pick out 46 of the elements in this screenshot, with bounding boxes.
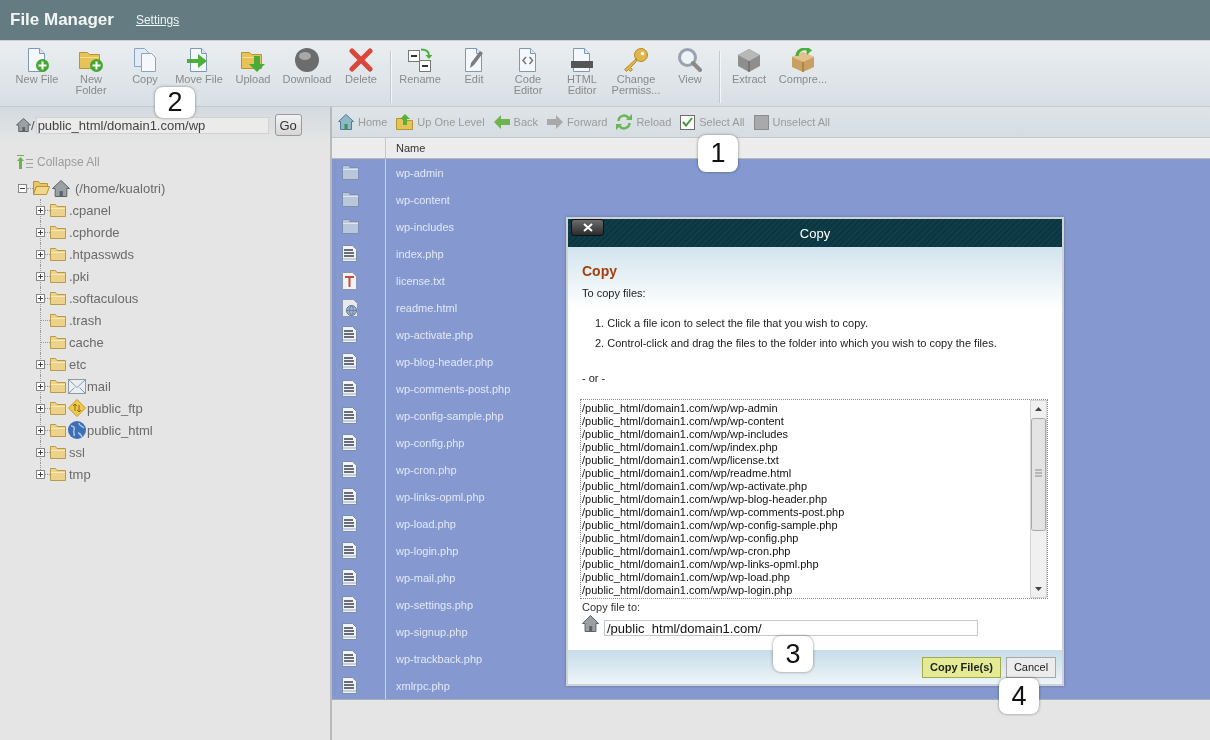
file-path: /public_html/domain1.com/wp/wp-content bbox=[582, 415, 785, 428]
step-callout: 3 bbox=[773, 636, 813, 672]
file-name: readme.html bbox=[395, 301, 458, 314]
file-name: wp-load.php bbox=[395, 517, 456, 530]
file-path: /public_html/domain1.com/wp/wp-load.php bbox=[582, 571, 791, 584]
file-name: wp-admin bbox=[395, 166, 444, 179]
file-path: /public_html/domain1.com/wp/wp-activate.php bbox=[582, 480, 808, 493]
file-path: /public_html/domain1.com/wp/license.txt bbox=[582, 454, 780, 467]
file-name: wp-comments-post.php bbox=[395, 382, 511, 395]
file-name: wp-blog-header.php bbox=[395, 355, 494, 368]
file-name: wp-includes bbox=[395, 220, 455, 233]
step-callout: 4 bbox=[999, 678, 1039, 714]
file-name: wp-settings.php bbox=[395, 598, 474, 611]
file-name: index.php bbox=[395, 247, 444, 260]
app-title: File Manager bbox=[10, 10, 114, 30]
file-name: wp-activate.php bbox=[395, 328, 474, 341]
dialog-title: Copy bbox=[798, 225, 832, 241]
file-path: /public_html/domain1.com/wp/wp-cron.php bbox=[582, 545, 792, 558]
file-path: /public_html/domain1.com/wp/wp-links-opml.php bbox=[582, 558, 820, 571]
file-name: wp-login.php bbox=[395, 544, 459, 557]
dialog-heading: Copy bbox=[582, 262, 618, 280]
file-name: wp-content bbox=[395, 193, 450, 206]
file-name: wp-config-sample.php bbox=[395, 409, 504, 422]
file-path: /public_html/domain1.com/wp/index.php bbox=[582, 441, 779, 454]
destination-label: Copy file to: bbox=[582, 600, 642, 614]
step-callout: 2 bbox=[155, 87, 195, 118]
file-path: /public_html/domain1.com/wp/wp-login.php bbox=[582, 584, 794, 597]
step-callout: 1 bbox=[698, 135, 738, 172]
file-path: /public_html/domain1.com/wp/wp-config-sample.php bbox=[582, 519, 839, 532]
file-name: wp-cron.php bbox=[395, 463, 457, 476]
file-path: /public_html/domain1.com/wp/wp-blog-header.php bbox=[582, 493, 829, 506]
file-name: wp-mail.php bbox=[395, 571, 456, 584]
path-prefix: / bbox=[31, 117, 35, 133]
file-path: /public_html/domain1.com/wp/wp-includes bbox=[582, 428, 790, 441]
file-name: wp-signup.php bbox=[395, 625, 468, 638]
file-name: license.txt bbox=[395, 274, 445, 287]
file-name: wp-trackback.php bbox=[395, 652, 483, 665]
or-text: - or - bbox=[582, 371, 607, 385]
instruction-step: 2. Control-click and drag the files to the folder into which you wish to copy the files. bbox=[595, 336, 1048, 350]
file-path: /public_html/domain1.com/wp/wp-admin bbox=[582, 402, 779, 415]
intro-text: To copy files: bbox=[582, 286, 647, 300]
file-path: /public_html/domain1.com/wp/readme.html bbox=[582, 467, 793, 480]
instruction-step: 1. Click a file icon to select the file that you wish to copy. bbox=[595, 316, 1048, 330]
file-name: xmlrpc.php bbox=[395, 679, 450, 692]
file-name: wp-links-opml.php bbox=[395, 490, 485, 503]
file-name: wp-config.php bbox=[395, 436, 465, 449]
